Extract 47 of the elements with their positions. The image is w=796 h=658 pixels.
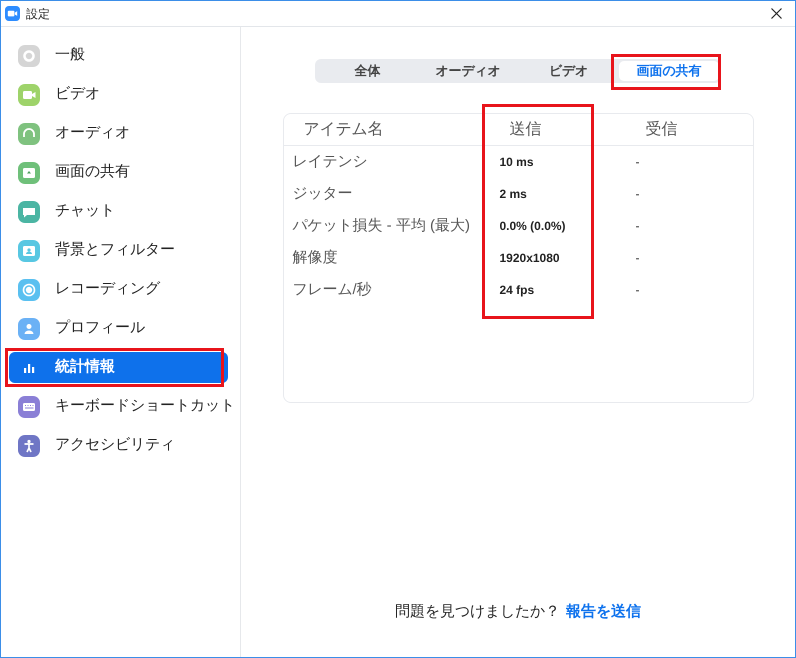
- table-cell: 10 ms: [500, 155, 534, 169]
- gear-icon: [18, 44, 40, 66]
- sidebar-item[interactable]: アクセシビリティ: [9, 430, 228, 461]
- sidebar-item[interactable]: 一般: [9, 40, 228, 71]
- table-cell: -: [636, 155, 640, 169]
- record-icon: [18, 278, 40, 300]
- table-cell: 2 ms: [500, 187, 527, 201]
- keyboard-icon: [18, 396, 40, 418]
- tab[interactable]: 全体: [317, 61, 418, 81]
- table-cell: パケット損失 - 平均 (最大): [292, 217, 470, 234]
- table-cell: 0.0% (0.0%): [500, 219, 566, 233]
- table-cell: -: [636, 251, 640, 265]
- table-cell: レイテンシ: [292, 153, 368, 170]
- person-icon: [18, 318, 40, 340]
- table-cell: 24 fps: [500, 283, 534, 297]
- app-logo-icon: [5, 6, 20, 21]
- sidebar-item[interactable]: レコーディング: [9, 274, 228, 305]
- sidebar-item[interactable]: オーディオ: [9, 118, 228, 149]
- sidebar-item[interactable]: 画面の共有: [9, 157, 228, 188]
- question-text: 問題を見つけましたか？: [395, 602, 560, 622]
- portrait-icon: [18, 240, 40, 262]
- report-link[interactable]: 報告を送信: [566, 600, 641, 623]
- table-cell: ジッター: [292, 185, 352, 202]
- table-cell: 解像度: [292, 249, 338, 266]
- sidebar-item[interactable]: プロフィール: [9, 313, 228, 344]
- column-header: アイテム名: [304, 120, 384, 138]
- window-title: 設定: [26, 6, 50, 22]
- table-cell: フレーム/秒: [292, 281, 372, 298]
- table-cell: 1920x1080: [500, 251, 560, 265]
- sidebar-item[interactable]: チャット: [9, 196, 228, 227]
- tab[interactable]: オーディオ: [418, 61, 518, 81]
- table-cell: -: [636, 219, 640, 233]
- table-cell: -: [636, 187, 640, 201]
- sidebar-item[interactable]: 背景とフィルター: [9, 235, 228, 266]
- tab[interactable]: ビデオ: [518, 61, 618, 81]
- sidebar-item[interactable]: 統計情報: [9, 352, 228, 383]
- accessibility-icon: [18, 434, 40, 456]
- tab[interactable]: 画面の共有: [618, 61, 719, 81]
- headphones-icon: [18, 122, 40, 144]
- screen-share-icon: [18, 162, 40, 184]
- camera-icon: [18, 84, 40, 106]
- sidebar-item[interactable]: ビデオ: [9, 79, 228, 110]
- column-header: 受信: [646, 120, 678, 138]
- chat-bubble-icon: [18, 200, 40, 222]
- table-cell: -: [636, 283, 640, 297]
- close-icon: [770, 8, 782, 19]
- column-header: 送信: [510, 120, 542, 138]
